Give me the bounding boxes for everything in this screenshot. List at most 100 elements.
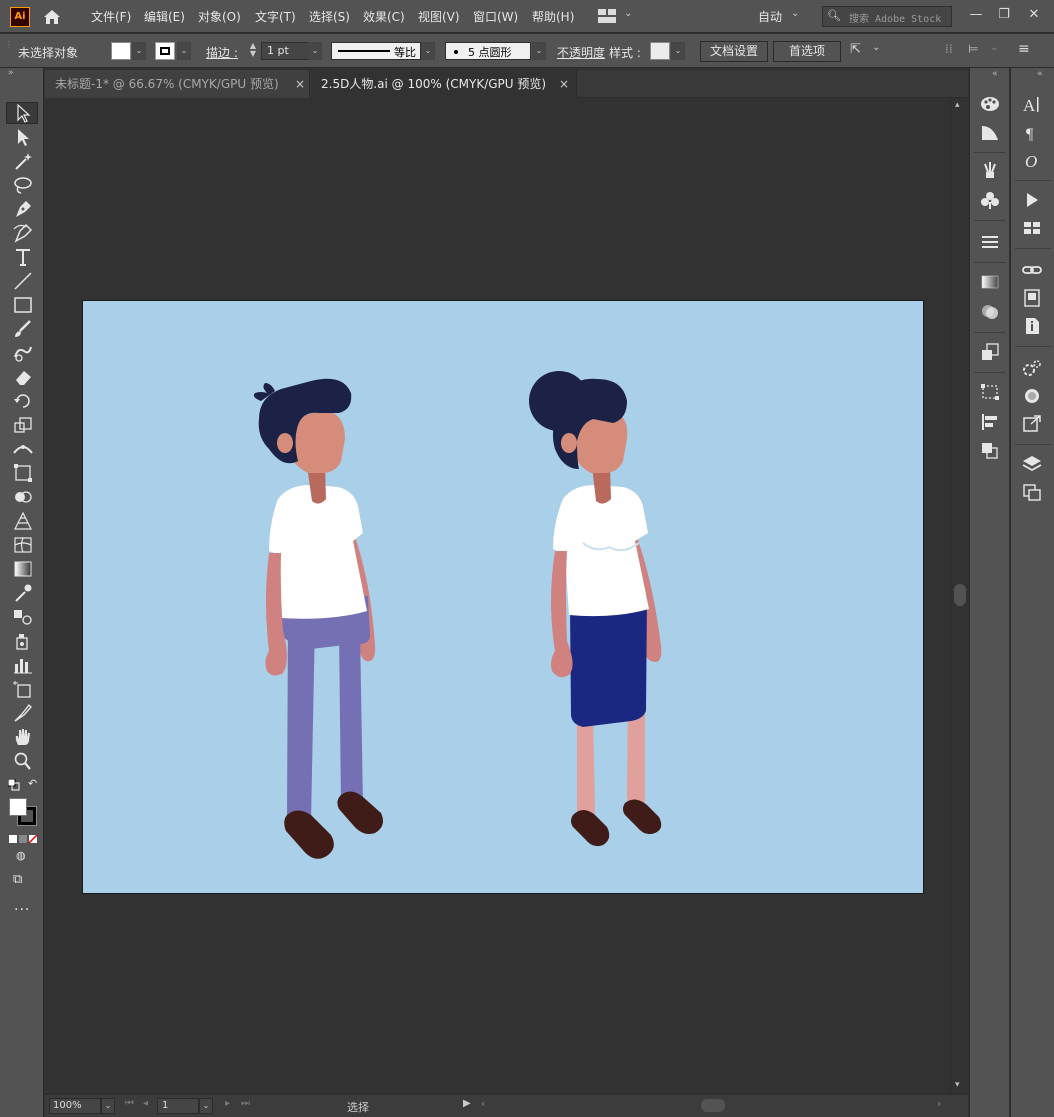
- libraries-icon[interactable]: [1021, 288, 1043, 308]
- chevron-down-icon[interactable]: ⌄: [624, 8, 632, 19]
- fill-stroke-indicator[interactable]: [9, 798, 37, 826]
- paragraph-icon[interactable]: ¶: [1021, 122, 1043, 143]
- scale-tool-icon[interactable]: [12, 415, 34, 435]
- default-fill-stroke-icon[interactable]: [7, 778, 20, 791]
- actions-icon[interactable]: [1021, 190, 1043, 210]
- collapse-icon[interactable]: «: [1037, 69, 1043, 79]
- menu-file[interactable]: 文件(F): [91, 8, 131, 25]
- fill-dropdown[interactable]: ⌄: [132, 42, 146, 60]
- zoom-input[interactable]: 100%: [49, 1098, 101, 1114]
- home-icon[interactable]: [42, 8, 62, 26]
- transparency-icon[interactable]: [979, 302, 1001, 322]
- stock-search-input[interactable]: 🔍︎ 搜索 Adobe Stock: [822, 6, 952, 27]
- previous-artboard-icon[interactable]: ◂: [143, 1098, 148, 1109]
- brushes-icon[interactable]: [979, 160, 1001, 180]
- graphic-style-swatch[interactable]: [650, 42, 670, 60]
- close-icon[interactable]: ×: [558, 70, 570, 98]
- swap-fill-stroke-icon[interactable]: ↶: [28, 777, 37, 790]
- menu-effect[interactable]: 效果(C): [363, 8, 405, 25]
- menu-edit[interactable]: 编辑(E): [144, 8, 185, 25]
- stroke-dropdown[interactable]: ⌄: [177, 42, 191, 60]
- menu-object[interactable]: 对象(O): [198, 8, 241, 25]
- menu-select[interactable]: 选择(S): [309, 8, 350, 25]
- stroke-label[interactable]: 描边 :: [206, 44, 238, 61]
- rectangle-tool-icon[interactable]: [12, 295, 34, 315]
- selection-tool-icon[interactable]: [12, 103, 34, 123]
- lasso-tool-icon[interactable]: [12, 175, 34, 195]
- width-tool-icon[interactable]: [12, 439, 34, 459]
- hand-tool-icon[interactable]: [12, 727, 34, 747]
- arrange-icon[interactable]: ⇱: [850, 42, 861, 57]
- rotate-tool-icon[interactable]: [12, 391, 34, 411]
- chevron-down-icon[interactable]: ⌄: [990, 42, 998, 53]
- document-setup-button[interactable]: 文档设置: [700, 41, 768, 62]
- asset-export-icon[interactable]: [1021, 358, 1043, 378]
- zoom-dropdown[interactable]: ⌄: [101, 1098, 115, 1114]
- collapse-icon[interactable]: «: [992, 69, 998, 79]
- chevron-down-icon[interactable]: ⌄: [791, 8, 799, 19]
- profile-dropdown[interactable]: ⌄: [421, 42, 435, 60]
- stroke-weight-dropdown[interactable]: ⌄: [308, 42, 322, 60]
- scroll-left-icon[interactable]: ‹: [481, 1097, 485, 1110]
- artboard-dropdown[interactable]: ⌄: [199, 1098, 213, 1114]
- opacity-label[interactable]: 不透明度: [557, 44, 605, 61]
- variable-width-profile[interactable]: 等比: [331, 42, 421, 60]
- brush-dropdown[interactable]: ⌄: [532, 42, 546, 60]
- arrange-documents-icon[interactable]: [598, 9, 616, 23]
- hscroll-thumb[interactable]: [701, 1099, 725, 1112]
- artboard-tool-icon[interactable]: [12, 679, 34, 699]
- first-artboard-icon[interactable]: ⏮: [125, 1098, 134, 1109]
- chevron-down-icon[interactable]: ⌄: [872, 42, 880, 53]
- transform-icon[interactable]: ⊨: [968, 42, 978, 56]
- shaper-tool-icon[interactable]: [12, 343, 34, 363]
- tab-2-5d-character[interactable]: 2.5D人物.ai @ 100% (CMYK/GPU 预览): [311, 70, 577, 98]
- align-icon[interactable]: ⁞⁞: [945, 42, 953, 56]
- scroll-right-icon[interactable]: ›: [937, 1097, 941, 1110]
- export-icon[interactable]: [1021, 414, 1043, 434]
- close-button[interactable]: ✕: [1020, 3, 1048, 27]
- color-mode-icons[interactable]: [9, 833, 38, 844]
- color-icon[interactable]: [979, 94, 1001, 114]
- status-menu-icon[interactable]: ▶: [463, 1098, 471, 1109]
- document-info-icon[interactable]: [1021, 316, 1043, 336]
- blend-tool-icon[interactable]: [12, 607, 34, 627]
- artboards-icon[interactable]: [1021, 482, 1043, 502]
- swatches-icon[interactable]: [1021, 218, 1043, 238]
- free-transform-tool-icon[interactable]: [12, 463, 34, 483]
- scroll-up-icon[interactable]: ▴: [955, 100, 960, 110]
- stroke-stepper[interactable]: ▲ ▼: [246, 42, 260, 60]
- workspace-switcher[interactable]: 自动: [758, 8, 782, 25]
- slice-tool-icon[interactable]: [12, 703, 34, 723]
- more-tools-icon[interactable]: ···: [14, 902, 30, 918]
- column-graph-tool-icon[interactable]: [12, 655, 34, 675]
- character-icon[interactable]: A: [1021, 94, 1043, 115]
- links-icon[interactable]: [1021, 260, 1043, 280]
- layers-icon[interactable]: [1021, 454, 1043, 474]
- gradient-tool-icon[interactable]: [12, 559, 34, 579]
- symbols-icon[interactable]: [979, 190, 1001, 210]
- menu-type[interactable]: 文字(T): [255, 8, 296, 25]
- opentype-icon[interactable]: O: [1021, 150, 1043, 171]
- collapse-icon[interactable]: »: [8, 68, 14, 78]
- image-trace-icon[interactable]: [1021, 386, 1043, 406]
- menu-view[interactable]: 视图(V): [418, 8, 460, 25]
- menu-help[interactable]: 帮助(H): [532, 8, 574, 25]
- artboard[interactable]: [82, 300, 924, 894]
- magic-wand-tool-icon[interactable]: [12, 151, 34, 171]
- tab-untitled[interactable]: 未标题-1* @ 66.67% (CMYK/GPU 预览): [45, 70, 310, 98]
- minimize-button[interactable]: —: [962, 3, 990, 27]
- preferences-button[interactable]: 首选项: [773, 41, 841, 62]
- pathfinder-icon[interactable]: [979, 440, 1001, 460]
- paintbrush-tool-icon[interactable]: [12, 319, 34, 339]
- appearance-icon[interactable]: [979, 342, 1001, 362]
- stroke-swatch[interactable]: [155, 42, 175, 60]
- shape-builder-tool-icon[interactable]: [12, 487, 34, 507]
- zoom-tool-icon[interactable]: [12, 751, 34, 771]
- next-artboard-icon[interactable]: ▸: [225, 1098, 230, 1109]
- drawing-mode-icon[interactable]: ◍: [16, 849, 26, 862]
- vertical-scrollbar[interactable]: ▴ ▾: [950, 98, 968, 1094]
- scroll-thumb[interactable]: [954, 584, 966, 606]
- symbol-sprayer-tool-icon[interactable]: [12, 631, 34, 651]
- fill-swatch[interactable]: [111, 42, 131, 60]
- direct-selection-tool-icon[interactable]: [12, 127, 34, 147]
